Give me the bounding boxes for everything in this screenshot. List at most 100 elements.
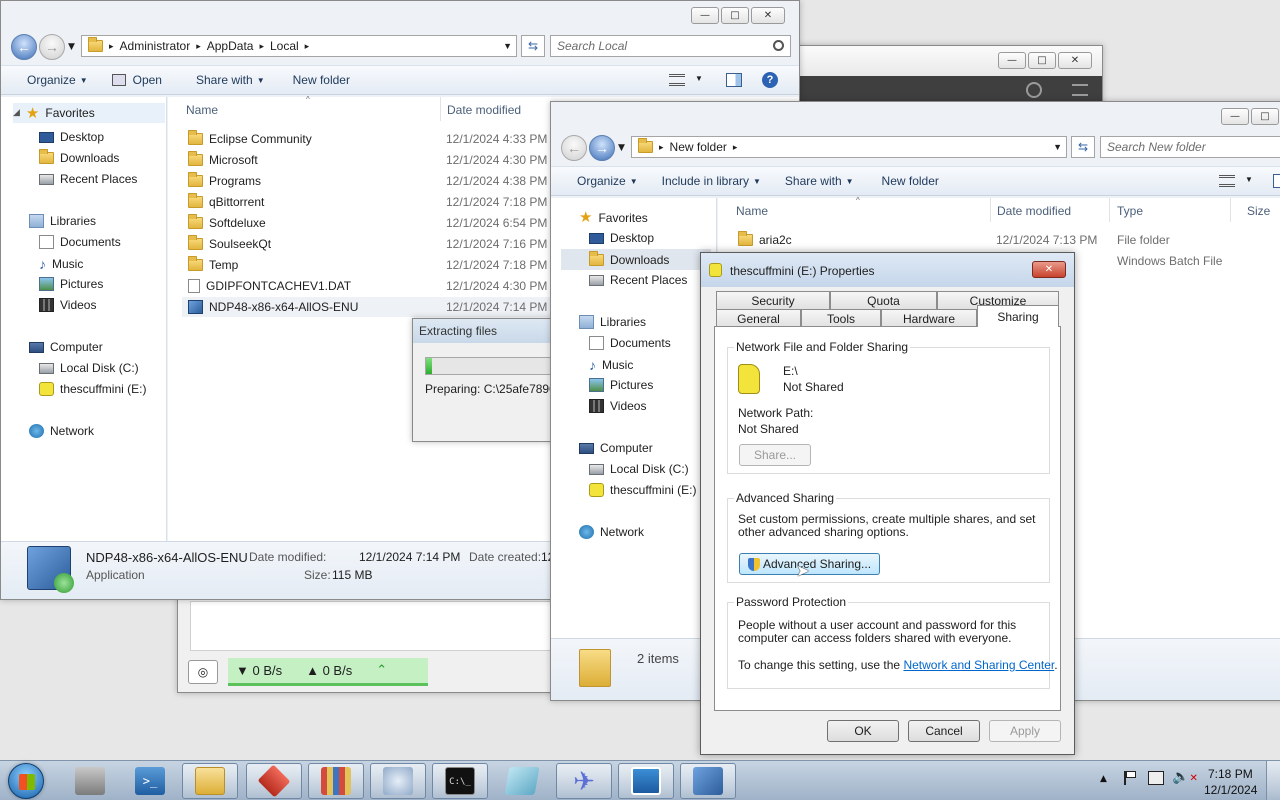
view-options-icon[interactable] — [669, 74, 685, 86]
apply-button[interactable]: Apply — [989, 720, 1061, 742]
nav-documents[interactable]: Documents — [39, 235, 121, 249]
file-row[interactable]: qBittorrent 12/1/2024 7:18 PM — [182, 192, 567, 212]
organize-button[interactable]: Organize ▼ — [19, 65, 96, 95]
volume-muted-icon[interactable]: 🔈✕ — [1172, 769, 1198, 785]
minimize-button[interactable]: — — [998, 52, 1026, 69]
include-in-library-button[interactable]: Include in library ▼ — [654, 166, 769, 196]
nav-documents[interactable]: Documents — [589, 336, 671, 350]
nav-pictures[interactable]: Pictures — [39, 277, 103, 291]
maximize-button[interactable]: □ — [1028, 52, 1056, 69]
nav-downloads[interactable]: Downloads — [561, 249, 711, 270]
nav-network[interactable]: Network — [29, 424, 94, 438]
back-button[interactable]: ← — [561, 135, 587, 161]
refresh-button[interactable]: ⇆ — [521, 35, 545, 57]
nav-favorites[interactable]: ★ Favorites — [579, 210, 648, 225]
nav-local-disk[interactable]: Local Disk (C:) — [39, 361, 139, 375]
column-divider[interactable] — [990, 198, 991, 222]
file-row[interactable]: Softdeluxe 12/1/2024 6:54 PM — [182, 213, 567, 233]
extracting-files-dialog[interactable]: Extracting files Preparing: C:\25afe7890… — [412, 318, 562, 442]
new-folder-button[interactable]: New folder — [285, 65, 358, 95]
nav-recent-places[interactable]: Recent Places — [39, 172, 137, 186]
network-sharing-center-link[interactable]: Network and Sharing Center — [903, 658, 1054, 672]
file-row[interactable]: SoulseekQt 12/1/2024 7:16 PM — [182, 234, 567, 254]
show-desktop-button[interactable] — [1266, 761, 1280, 800]
column-header-date[interactable]: Date modified — [997, 204, 1071, 218]
nav-desktop[interactable]: Desktop — [589, 231, 654, 245]
minimize-button[interactable]: — — [691, 7, 719, 24]
close-button[interactable]: ✕ — [751, 7, 785, 24]
menu-icon[interactable] — [1072, 84, 1088, 96]
taskbar-installer[interactable] — [680, 763, 736, 799]
start-button[interactable] — [8, 763, 44, 799]
search-input[interactable]: Search Local — [550, 35, 791, 57]
column-header-type[interactable]: Type — [1117, 204, 1143, 218]
nav-desktop[interactable]: Desktop — [39, 130, 104, 144]
refresh-button[interactable]: ⇆ — [1071, 136, 1095, 158]
chevron-down-icon[interactable]: ▼ — [695, 74, 703, 83]
share-with-button[interactable]: Share with ▼ — [188, 65, 273, 95]
chevron-up-icon[interactable]: ⌃ — [376, 663, 387, 678]
organize-button[interactable]: Organize ▼ — [569, 166, 646, 196]
taskbar-file-transfer[interactable] — [618, 763, 674, 799]
recent-pages-icon[interactable]: ▼ — [618, 143, 625, 153]
search-input[interactable]: Search New folder — [1100, 136, 1280, 158]
file-row[interactable]: aria2c 12/1/2024 7:13 PM File folder — [732, 230, 1272, 250]
action-center-flag-icon[interactable] — [1124, 771, 1136, 785]
search-icon[interactable] — [773, 40, 784, 51]
taskbar-archiver[interactable] — [308, 763, 364, 799]
tab-sharing[interactable]: Sharing — [977, 305, 1059, 327]
file-row[interactable]: NDP48-x86-x64-AllOS-ENU 12/1/2024 7:14 PM — [182, 297, 567, 317]
nav-pictures[interactable]: Pictures — [589, 378, 653, 392]
nav-computer[interactable]: Computer — [579, 441, 653, 455]
preview-pane-icon[interactable] — [1273, 174, 1280, 188]
breadcrumb-item[interactable]: Administrator — [120, 39, 191, 53]
file-row[interactable]: Temp 12/1/2024 7:18 PM — [182, 255, 567, 275]
clock-date[interactable]: 12/1/2024 — [1204, 783, 1257, 797]
open-button[interactable]: Open — [104, 65, 170, 95]
nav-music[interactable]: ♪ Music — [39, 256, 83, 272]
tab-hardware[interactable]: Hardware — [881, 309, 977, 327]
nav-videos[interactable]: Videos — [39, 298, 96, 312]
share-button[interactable]: Share... — [739, 444, 811, 466]
help-icon[interactable]: ? — [762, 72, 778, 88]
file-row[interactable]: Programs 12/1/2024 4:38 PM — [182, 171, 567, 191]
taskbar-server-manager[interactable] — [62, 763, 118, 799]
chevron-down-icon[interactable]: ▼ — [1053, 142, 1062, 152]
nav-videos[interactable]: Videos — [589, 399, 646, 413]
nav-libraries[interactable]: Libraries — [29, 214, 96, 228]
minimize-button[interactable]: — — [1221, 108, 1249, 125]
column-divider[interactable] — [1230, 198, 1231, 222]
file-row[interactable]: Eclipse Community 12/1/2024 4:33 PM — [182, 129, 567, 149]
preview-pane-icon[interactable] — [726, 73, 742, 87]
maximize-button[interactable]: □ — [721, 7, 749, 24]
taskbar-explorer[interactable] — [182, 763, 238, 799]
tab-general[interactable]: General — [716, 309, 801, 327]
drive-properties-dialog[interactable]: thescuffmini (E:) Properties ✕ Security … — [700, 252, 1075, 755]
recent-pages-icon[interactable]: ▼ — [68, 42, 75, 52]
chevron-down-icon[interactable]: ▼ — [503, 41, 512, 51]
address-bar[interactable]: ▸ New folder ▸ ▼ — [631, 136, 1067, 158]
close-button[interactable]: ✕ — [1032, 261, 1066, 278]
nav-downloads[interactable]: Downloads — [39, 149, 119, 165]
nav-usb-drive[interactable]: thescuffmini (E:) — [39, 382, 146, 396]
show-hidden-icons-button[interactable]: ▲ — [1100, 774, 1107, 784]
chevron-down-icon[interactable]: ▼ — [1245, 175, 1253, 184]
connection-icon[interactable]: ◎ — [188, 660, 218, 684]
taskbar-network-app[interactable] — [370, 763, 426, 799]
tab-tools[interactable]: Tools — [801, 309, 881, 327]
tab-quota[interactable]: Quota — [830, 291, 937, 309]
taskbar-command-prompt[interactable]: C:\_ — [432, 763, 488, 799]
breadcrumb-item[interactable]: New folder — [670, 140, 727, 154]
taskbar-powershell[interactable]: >_ — [122, 763, 178, 799]
close-button[interactable]: ✕ — [1058, 52, 1092, 69]
file-row[interactable]: Microsoft 12/1/2024 4:30 PM — [182, 150, 567, 170]
column-divider[interactable] — [1109, 198, 1110, 222]
tab-security[interactable]: Security — [716, 291, 830, 309]
cancel-button[interactable]: Cancel — [908, 720, 980, 742]
breadcrumb-item[interactable]: Local — [270, 39, 299, 53]
column-divider[interactable] — [440, 97, 441, 121]
forward-button[interactable]: → — [39, 34, 65, 60]
new-folder-button[interactable]: New folder — [874, 166, 947, 196]
column-header-size[interactable]: Size — [1247, 204, 1270, 218]
nav-network[interactable]: Network — [579, 525, 644, 539]
